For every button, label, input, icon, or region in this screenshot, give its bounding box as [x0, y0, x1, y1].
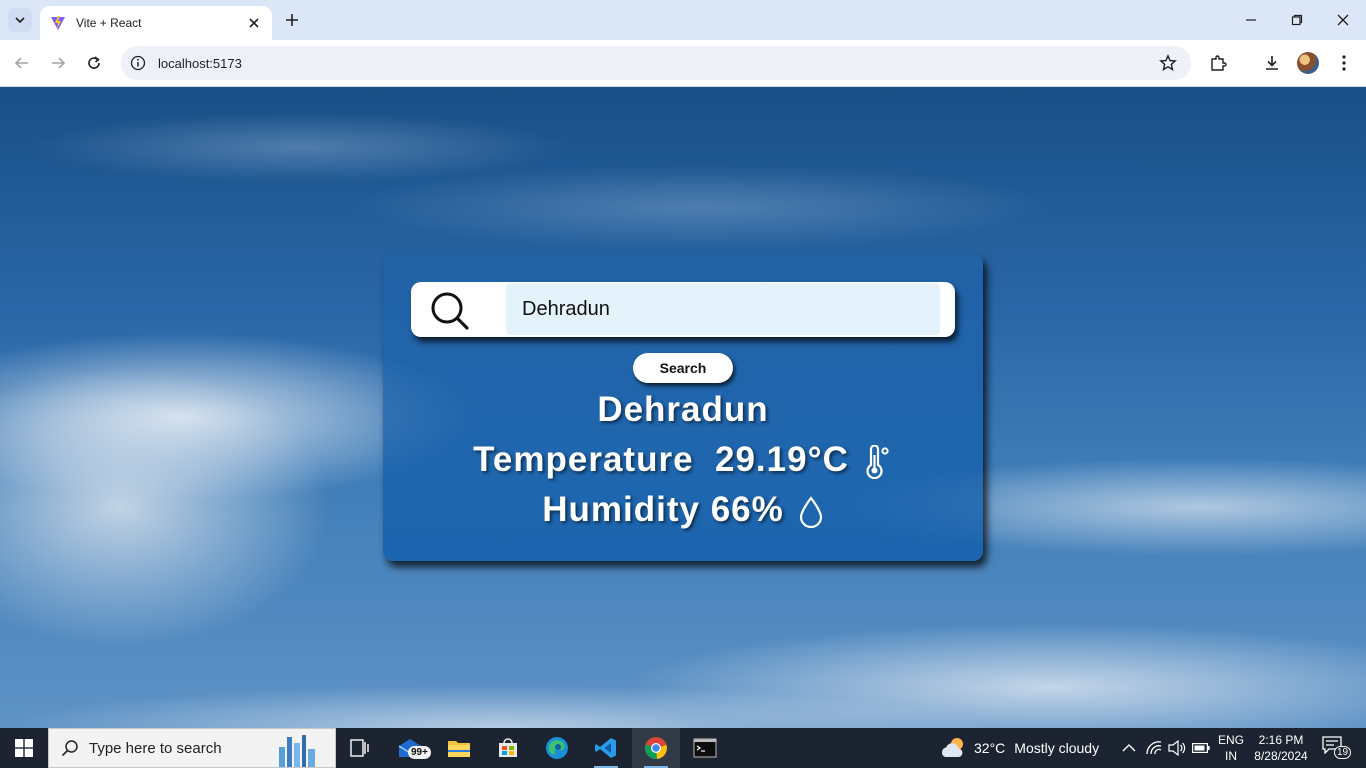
temperature-value: 29.19°C — [715, 440, 849, 479]
windows-logo-icon — [15, 739, 33, 757]
taskbar: Type here to search 99+ 32°C Mostly clou… — [0, 728, 1366, 768]
store-button[interactable] — [484, 728, 532, 768]
browser-tabstrip: Vite + React — [0, 0, 1366, 40]
downloads-button[interactable] — [1261, 52, 1283, 74]
city-skyline-icon — [279, 735, 315, 767]
reload-icon — [88, 56, 100, 69]
terminal-icon — [693, 738, 717, 758]
region-code: IN — [1225, 749, 1237, 763]
clock[interactable]: 2:16 PM 8/28/2024 — [1252, 732, 1310, 764]
weather-condition: Mostly cloudy — [1014, 740, 1100, 756]
notifications-button[interactable]: 19 — [1322, 736, 1352, 760]
edge-icon — [546, 737, 568, 759]
address-bar[interactable]: localhost:5173 — [121, 46, 1191, 80]
search-icon — [61, 740, 78, 757]
store-icon — [499, 738, 517, 757]
close-icon — [1337, 14, 1349, 26]
puzzle-icon — [1211, 55, 1227, 71]
profile-avatar[interactable] — [1297, 52, 1319, 74]
tab-search-button[interactable] — [8, 8, 32, 32]
weather-temperature: 32°C — [974, 740, 1006, 756]
reload-button[interactable] — [83, 52, 105, 74]
chrome-icon — [644, 737, 667, 760]
folder-icon — [448, 741, 470, 757]
chevron-down-icon — [15, 17, 25, 24]
arrow-right-icon — [52, 57, 66, 69]
speaker-icon — [1168, 740, 1186, 756]
site-info-icon[interactable] — [130, 55, 146, 71]
vite-logo-icon — [51, 16, 65, 30]
more-vertical-icon — [1342, 55, 1346, 71]
clock-date: 8/28/2024 — [1254, 749, 1308, 763]
water-drop-icon — [799, 495, 822, 528]
search-button[interactable]: Search — [633, 353, 733, 383]
browser-tab[interactable]: Vite + React — [40, 6, 272, 40]
volume-button[interactable] — [1167, 738, 1187, 758]
minimize-button[interactable] — [1241, 10, 1261, 30]
mail-badge: 99+ — [408, 746, 431, 759]
chrome-button[interactable] — [632, 728, 680, 768]
close-window-button[interactable] — [1333, 10, 1353, 30]
search-bar — [411, 282, 955, 337]
vscode-button[interactable] — [582, 728, 630, 768]
extensions-button[interactable] — [1207, 52, 1229, 74]
clock-time: 2:16 PM — [1258, 733, 1304, 747]
taskbar-weather[interactable]: 32°C Mostly cloudy — [940, 728, 1099, 768]
browser-menu-button[interactable] — [1333, 52, 1355, 74]
wifi-icon — [1146, 741, 1162, 755]
terminal-button[interactable] — [681, 728, 729, 768]
city-search-input[interactable] — [506, 283, 940, 335]
page-background: Search Dehradun Temperature 29.19°C Humi… — [0, 87, 1366, 728]
bookmark-star-icon[interactable] — [1159, 54, 1177, 72]
restore-icon — [1291, 14, 1303, 26]
input-language[interactable]: ENG IN — [1218, 732, 1244, 764]
forward-button[interactable] — [47, 52, 69, 74]
url-text[interactable]: localhost:5173 — [158, 56, 1159, 71]
humidity-row: Humidity 66% — [383, 490, 983, 530]
task-view-button[interactable] — [336, 728, 384, 768]
city-name: Dehradun — [597, 390, 769, 429]
humidity-value: 66% — [710, 490, 784, 529]
thermometer-icon — [866, 444, 889, 479]
restore-button[interactable] — [1287, 10, 1307, 30]
show-hidden-icons-button[interactable] — [1119, 738, 1139, 758]
temperature-row: Temperature 29.19°C — [383, 440, 983, 480]
weather-card: Search Dehradun Temperature 29.19°C Humi… — [383, 254, 983, 561]
vscode-icon — [595, 738, 616, 758]
battery-icon — [1192, 743, 1210, 753]
edge-button[interactable] — [533, 728, 581, 768]
mail-app-button[interactable]: 99+ — [386, 728, 434, 768]
temperature-label: Temperature — [473, 440, 694, 479]
taskbar-search-placeholder: Type here to search — [89, 739, 222, 757]
download-icon — [1266, 56, 1278, 70]
humidity-label: Humidity — [542, 490, 700, 529]
file-explorer-button[interactable] — [435, 728, 483, 768]
arrow-left-icon — [14, 57, 28, 69]
task-view-icon — [350, 739, 369, 757]
network-button[interactable] — [1144, 738, 1164, 758]
notification-count: 19 — [1334, 746, 1352, 759]
battery-button[interactable] — [1191, 738, 1211, 758]
browser-toolbar: localhost:5173 — [0, 40, 1366, 87]
minimize-icon — [1246, 19, 1256, 21]
back-button[interactable] — [11, 52, 33, 74]
taskbar-search-box[interactable]: Type here to search — [48, 728, 336, 768]
search-icon — [431, 292, 469, 330]
language-code: ENG — [1218, 733, 1245, 747]
start-button[interactable] — [0, 728, 48, 768]
tab-title: Vite + React — [76, 16, 142, 30]
close-tab-icon[interactable] — [246, 15, 262, 31]
chevron-up-icon — [1122, 744, 1136, 752]
cloud-sun-icon — [941, 738, 963, 757]
new-tab-icon[interactable] — [282, 10, 302, 30]
